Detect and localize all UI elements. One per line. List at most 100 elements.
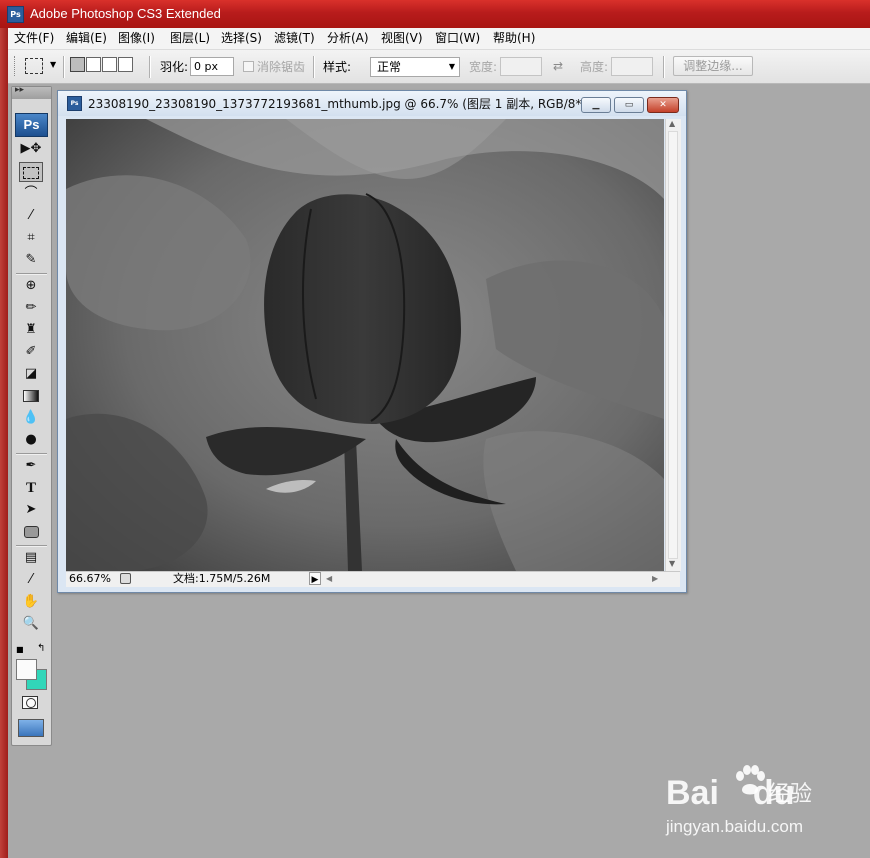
window-frame-left (0, 28, 8, 858)
refine-edge-button[interactable]: 调整边缘... (673, 56, 753, 76)
photoshop-logo[interactable]: Ps (15, 113, 48, 137)
zoom-icon[interactable] (120, 573, 131, 584)
brush-tool-icon[interactable]: ✏ (19, 298, 43, 318)
photoshop-app-icon: Ps (7, 6, 24, 23)
menu-help[interactable]: 帮助(H) (493, 31, 535, 46)
notes-tool-icon[interactable]: ▤ (19, 548, 43, 568)
menu-image[interactable]: 图像(I) (118, 31, 155, 46)
zoom-tool-icon[interactable]: 🔍 (19, 614, 43, 634)
type-tool-icon[interactable]: T (19, 478, 43, 498)
menu-select[interactable]: 选择(S) (221, 31, 262, 46)
feather-label: 羽化: (160, 60, 189, 74)
tool-preset-picker[interactable] (25, 58, 43, 74)
slice-tool-icon[interactable]: ✎ (19, 250, 43, 270)
eyedropper-tool-icon[interactable]: ⁄ (19, 570, 43, 590)
antialias-label: 消除锯齿 (257, 60, 306, 74)
quick-selection-tool-icon[interactable]: ⁄ (19, 206, 43, 226)
add-to-selection-button[interactable] (86, 57, 101, 72)
document-window: Ps 23308190_23308190_1373772193681_mthum… (57, 90, 687, 593)
menu-filter[interactable]: 滤镜(T) (274, 31, 315, 46)
chevron-down-icon: ▼ (448, 62, 455, 71)
quick-mask-icon[interactable] (22, 696, 38, 709)
document-icon: Ps (67, 96, 82, 111)
antialias-checkbox[interactable] (243, 61, 254, 72)
maximize-button[interactable]: ▭ (614, 97, 644, 113)
swap-width-height-icon[interactable]: ⇄ (553, 59, 563, 73)
separator (16, 545, 47, 547)
style-label: 样式: (323, 60, 352, 74)
scroll-up-icon[interactable]: ▲ (669, 119, 675, 128)
move-tool-icon[interactable]: ▶✥ (19, 139, 43, 159)
options-bar-grip[interactable] (14, 56, 18, 76)
document-size: 文档:1.75M/5.26M (173, 572, 271, 585)
height-label: 高度: (580, 60, 609, 74)
clone-stamp-tool-icon[interactable]: ♜ (19, 320, 43, 340)
gradient-tool-icon[interactable] (19, 386, 43, 406)
minimize-button[interactable]: ▁ (581, 97, 611, 113)
crop-tool-icon[interactable]: ⌗ (19, 228, 43, 248)
swap-colors-icon[interactable]: ↰ (37, 643, 45, 654)
width-input[interactable] (500, 57, 542, 76)
lotus-bud-image (66, 119, 664, 571)
watermark-cn: 经验 (768, 782, 813, 807)
toolbox-panel: ▸▸ Ps ▶✥ ⌒ ⁄ ⌗ ✎ ⊕ ✏ ♜ ✐ ◪ 💧 ● ✒ T ➤ ▤ ⁄… (11, 85, 52, 746)
width-label: 宽度: (469, 60, 498, 74)
separator (16, 273, 47, 275)
style-select-value: 正常 (377, 60, 402, 74)
scroll-left-icon[interactable]: ◀ (326, 572, 332, 586)
path-selection-tool-icon[interactable]: ➤ (19, 500, 43, 520)
separator (313, 56, 315, 78)
rounded-rectangle-tool-icon[interactable] (19, 522, 43, 542)
document-title: 23308190_23308190_1373772193681_mthumb.j… (88, 97, 587, 111)
watermark-url: jingyan.baidu.com (666, 817, 804, 836)
subtract-from-selection-button[interactable] (102, 57, 117, 72)
menu-window[interactable]: 窗口(W) (435, 31, 480, 46)
new-selection-button[interactable] (70, 57, 85, 72)
document-status-bar: 66.67% 文档:1.75M/5.26M ▶ ◀ ▶ (66, 571, 680, 587)
foreground-color-swatch[interactable] (16, 659, 37, 680)
separator (663, 56, 665, 78)
eraser-tool-icon[interactable]: ◪ (19, 364, 43, 384)
rectangular-marquee-tool-icon[interactable] (19, 162, 43, 182)
close-button[interactable]: ✕ (647, 97, 679, 113)
selection-mode-group (70, 56, 142, 76)
scroll-down-icon[interactable]: ▼ (669, 559, 675, 568)
document-title-bar[interactable]: Ps 23308190_23308190_1373772193681_mthum… (58, 91, 686, 116)
menu-view[interactable]: 视图(V) (381, 31, 423, 46)
paw-logo-icon (736, 765, 765, 795)
menu-layer[interactable]: 图层(L) (170, 31, 210, 46)
menu-analysis[interactable]: 分析(A) (327, 31, 369, 46)
style-select[interactable]: 正常 ▼ (370, 57, 460, 77)
screen-mode-icon[interactable] (18, 719, 44, 737)
feather-input[interactable]: 0 px (190, 57, 234, 76)
lasso-tool-icon[interactable]: ⌒ (19, 184, 43, 204)
separator (63, 56, 65, 78)
pen-tool-icon[interactable]: ✒ (19, 456, 43, 476)
intersect-selection-button[interactable] (118, 57, 133, 72)
vertical-scrollbar[interactable]: ▲ ▼ (665, 119, 681, 571)
app-title: Adobe Photoshop CS3 Extended (30, 6, 221, 21)
blur-tool-icon[interactable]: 💧 (19, 408, 43, 428)
toolbox-header[interactable]: ▸▸ (12, 85, 51, 99)
separator (16, 453, 47, 455)
zoom-level[interactable]: 66.67% (69, 572, 111, 586)
menu-edit[interactable]: 编辑(E) (66, 31, 107, 46)
height-input[interactable] (611, 57, 653, 76)
menu-file[interactable]: 文件(F) (14, 31, 54, 46)
separator (149, 56, 151, 78)
app-title-bar[interactable]: Ps Adobe Photoshop CS3 Extended (0, 0, 870, 28)
spot-healing-tool-icon[interactable]: ⊕ (19, 276, 43, 296)
watermark-brand-text: Bai (666, 774, 719, 812)
history-brush-tool-icon[interactable]: ✐ (19, 342, 43, 362)
hand-tool-icon[interactable]: ✋ (19, 592, 43, 612)
tool-preset-dropdown-icon[interactable]: ▼ (50, 60, 56, 69)
image-canvas[interactable] (66, 119, 664, 571)
dodge-tool-icon[interactable]: ● (19, 430, 43, 450)
menu-bar: 文件(F) 编辑(E) 图像(I) 图层(L) 选择(S) 滤镜(T) 分析(A… (8, 28, 870, 50)
status-menu-arrow-icon[interactable]: ▶ (309, 572, 321, 585)
default-colors-icon[interactable]: ■ (16, 645, 24, 654)
vertical-scroll-thumb[interactable] (668, 131, 678, 559)
options-bar: ▼ 羽化: 0 px 消除锯齿 样式: 正常 ▼ 宽度: ⇄ 高度: 调整边缘.… (8, 50, 870, 84)
expand-icon[interactable]: ▸▸ (15, 85, 24, 95)
scroll-right-icon[interactable]: ▶ (652, 572, 658, 586)
